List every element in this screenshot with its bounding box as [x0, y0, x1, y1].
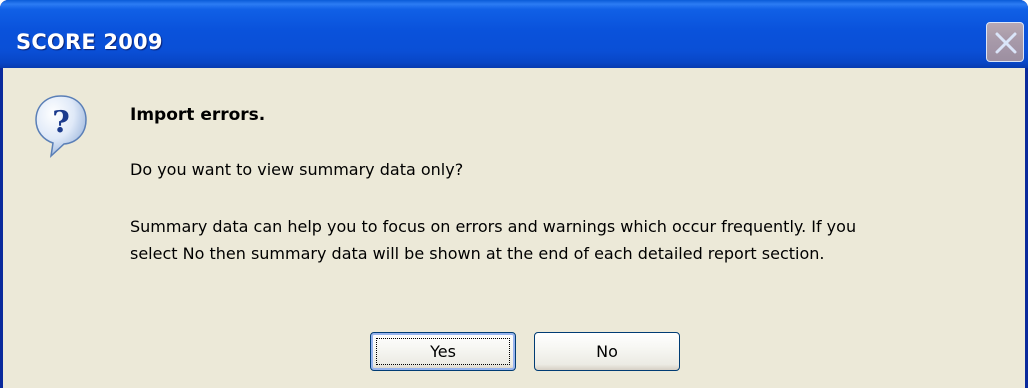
message-detail-line-1: Summary data can help you to focus on er… — [130, 217, 857, 236]
svg-text:?: ? — [52, 105, 70, 140]
question-icon: ? — [35, 95, 87, 158]
yes-button-label: Yes — [430, 342, 456, 361]
message-dialog: SCORE 2009 ? Import errors. Do you want … — [0, 0, 1028, 388]
message-detail-line-2: select No then summary data will be show… — [130, 244, 825, 263]
dialog-body: ? Import errors. Do you want to view sum… — [3, 68, 1025, 388]
no-button-label: No — [596, 342, 618, 361]
title-bar[interactable]: SCORE 2009 — [0, 0, 1028, 68]
no-button[interactable]: No — [534, 332, 680, 371]
close-button[interactable] — [986, 22, 1024, 62]
yes-button[interactable]: Yes — [370, 332, 516, 371]
window-title: SCORE 2009 — [16, 30, 163, 54]
message-heading: Import errors. — [130, 105, 266, 125]
close-icon — [995, 32, 1017, 54]
message-question: Do you want to view summary data only? — [130, 160, 464, 179]
